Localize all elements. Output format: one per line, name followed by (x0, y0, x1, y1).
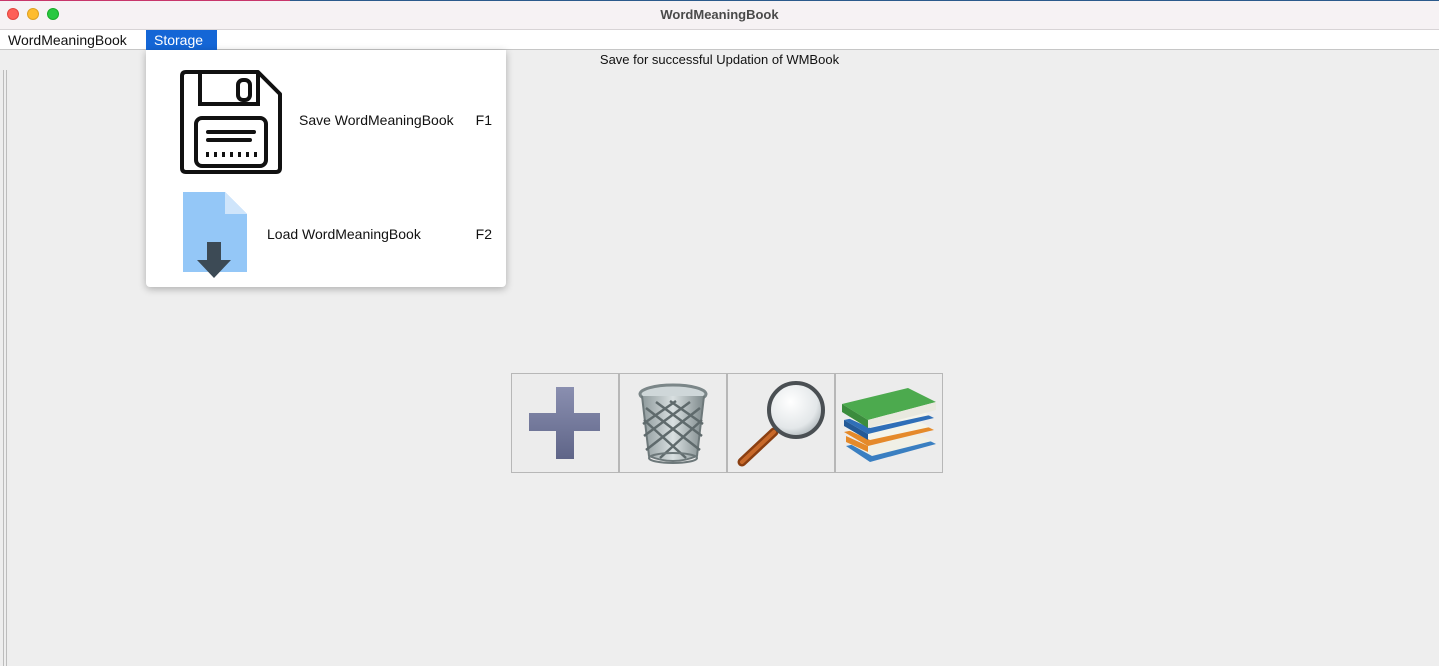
trash-bin-icon (638, 383, 708, 464)
title-bar: WordMeaningBook (0, 0, 1439, 30)
load-shortcut-label: F2 (475, 226, 492, 242)
app-window: WordMeaningBook WordMeaningBook Storage … (0, 0, 1439, 666)
floppy-disk-icon (178, 68, 284, 174)
menu-wordmeaningbook[interactable]: WordMeaningBook (0, 30, 135, 50)
add-word-button[interactable] (511, 373, 619, 473)
show-all-words-button[interactable] (835, 373, 943, 473)
search-word-button[interactable] (727, 373, 835, 473)
save-menu-label: Save WordMeaningBook (299, 112, 454, 128)
plus-icon (529, 387, 600, 459)
books-icon (842, 388, 936, 462)
window-title: WordMeaningBook (660, 7, 779, 22)
load-menu-label: Load WordMeaningBook (267, 226, 421, 242)
save-shortcut-label: F1 (475, 112, 492, 128)
storage-dropdown-menu: Save WordMeaningBook F1 Load WordMeaning… (146, 50, 506, 287)
menu-storage[interactable]: Storage (146, 30, 217, 50)
delete-word-button[interactable] (619, 373, 727, 473)
load-wordmeaningbook-menu-item[interactable]: Load WordMeaningBook F2 (146, 190, 506, 282)
magnifying-glass-icon (737, 381, 825, 467)
file-download-icon (181, 190, 249, 282)
action-toolbar (511, 373, 943, 473)
left-split-divider[interactable] (3, 70, 7, 666)
title-accent-line (0, 0, 290, 1)
menu-bar: WordMeaningBook Storage (0, 30, 1439, 50)
save-wordmeaningbook-menu-item[interactable]: Save WordMeaningBook F1 (146, 66, 506, 174)
title-accent-line-right (290, 0, 1439, 1)
